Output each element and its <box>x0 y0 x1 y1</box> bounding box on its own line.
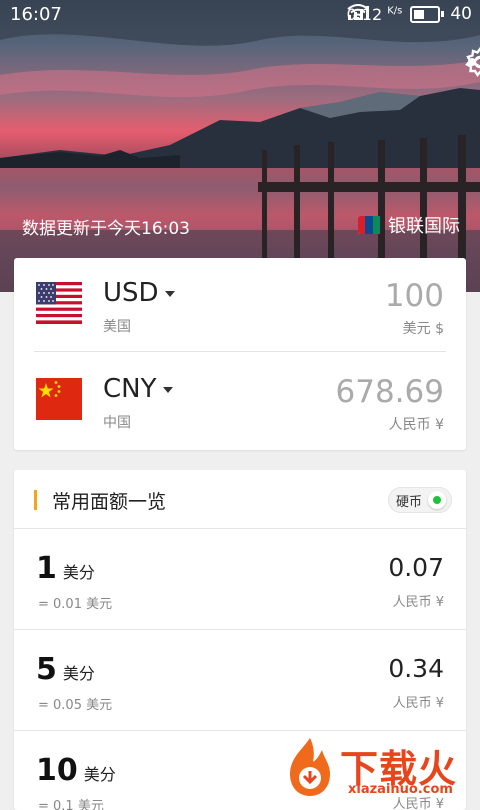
denomination-amount: 1 <box>36 551 57 586</box>
caret-down-icon <box>162 387 173 393</box>
section-title: 常用面额一览 <box>52 491 167 513</box>
denomination-unit: 美分 <box>62 563 95 582</box>
landscape-image <box>0 0 480 292</box>
denomination-amount: 10 <box>36 753 78 788</box>
list-item[interactable]: 1 美分 = 0.01 美元 0.07 人民币 ¥ <box>14 529 466 630</box>
converted-value: 0.07 <box>388 553 444 582</box>
to-currency-selector[interactable]: CNY <box>103 374 173 404</box>
signal-icon-2 <box>347 6 369 20</box>
to-currency-code: CNY <box>103 374 157 404</box>
section-accent-bar <box>34 490 37 510</box>
caret-down-icon <box>164 291 175 297</box>
china-flag-icon <box>36 378 82 420</box>
flame-logo-icon <box>290 738 330 796</box>
data-source: 银联国际 <box>358 212 460 238</box>
from-currency-code: USD <box>103 278 159 308</box>
battery-icon <box>410 5 441 23</box>
watermark-url: xiazaihuo.com <box>348 782 453 797</box>
status-time: 16:07 <box>10 4 62 25</box>
converted-unit: 人民币 ¥ <box>392 696 444 711</box>
header-background: 16:07 0.12 K/s 40 数据更新于今天16:03 银联国际 <box>0 0 480 292</box>
gear-icon[interactable] <box>464 46 480 78</box>
update-time-text: 数据更新于今天16:03 <box>22 219 190 239</box>
list-item[interactable]: 5 美分 = 0.05 美元 0.34 人民币 ¥ <box>14 630 466 731</box>
coin-toggle-label: 硬币 <box>395 494 422 510</box>
unionpay-logo <box>358 216 380 234</box>
battery-indicator: 40 <box>410 4 472 24</box>
denomination-amount: 5 <box>36 652 57 687</box>
to-currency-row[interactable]: CNY 中国 678.69 人民币 ¥ <box>14 354 466 448</box>
divider <box>34 351 446 352</box>
converter-card: USD 美国 100 美元 $ CNY 中国 678.69 人民币 ¥ <box>14 258 466 450</box>
denomination-equivalent: = 0.01 美元 <box>38 597 113 612</box>
denomination-equivalent: = 0.05 美元 <box>38 698 113 713</box>
from-currency-row[interactable]: USD 美国 100 美元 $ <box>14 258 466 352</box>
denomination-equivalent: = 0.1 美元 <box>38 799 104 810</box>
converted-value: 0.34 <box>388 654 444 683</box>
to-country-name: 中国 <box>103 415 131 431</box>
converted-unit: 人民币 ¥ <box>392 595 444 610</box>
to-amount-value[interactable]: 678.69 <box>336 374 444 410</box>
from-country-name: 美国 <box>103 319 131 335</box>
denomination-unit: 美分 <box>62 664 95 683</box>
from-amount-input[interactable]: 100 <box>385 278 444 314</box>
toggle-knob <box>428 491 446 509</box>
from-currency-selector[interactable]: USD <box>103 278 175 308</box>
status-bar: 16:07 0.12 K/s 40 <box>0 0 480 30</box>
denominations-header: 常用面额一览 硬币 <box>14 470 466 529</box>
us-flag-icon <box>36 282 82 324</box>
denomination-unit: 美分 <box>83 765 116 784</box>
watermark: 下载火 xiazaihuo.com <box>282 736 480 800</box>
data-source-label: 银联国际 <box>388 216 460 237</box>
to-currency-unit: 人民币 ¥ <box>388 417 444 433</box>
from-currency-unit: 美元 $ <box>402 321 444 337</box>
coin-toggle[interactable]: 硬币 <box>387 487 452 513</box>
